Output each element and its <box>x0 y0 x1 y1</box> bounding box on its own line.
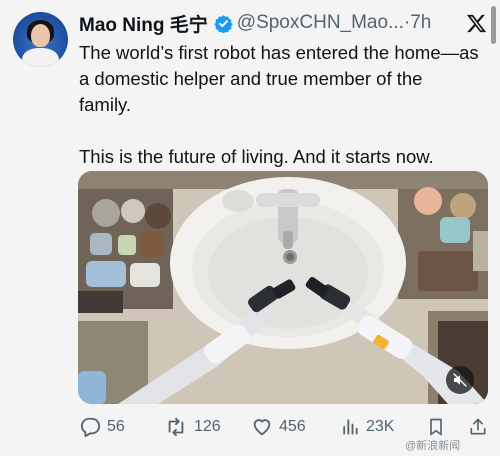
tweet-video[interactable] <box>78 171 488 404</box>
reply-count: 56 <box>107 418 125 435</box>
tweet-card: Mao Ning 毛宁 @SpoxCHN_Mao... ·7h The worl… <box>0 0 500 456</box>
tweet-text-line-1: The world’s first robot has entered the … <box>79 42 479 115</box>
like-count: 456 <box>279 418 306 435</box>
tweet-header: Mao Ning 毛宁 @SpoxCHN_Mao... ·7h <box>79 10 431 37</box>
author-name[interactable]: Mao Ning 毛宁 <box>79 10 208 37</box>
views-icon <box>343 419 358 435</box>
views-button[interactable]: 23K <box>340 414 394 440</box>
avatar-body <box>22 48 59 67</box>
scrollbar[interactable] <box>491 6 496 44</box>
like-button[interactable]: 456 <box>251 414 306 440</box>
share-icon <box>470 418 486 435</box>
watermark: @新浪新闻 <box>405 440 461 452</box>
mute-button[interactable] <box>446 366 474 394</box>
x-logo-icon[interactable] <box>466 13 487 34</box>
like-icon <box>253 419 271 436</box>
share-button[interactable] <box>468 414 494 440</box>
mute-icon <box>453 373 467 387</box>
retweet-count: 126 <box>194 418 221 435</box>
reply-icon <box>80 417 101 438</box>
retweet-button[interactable]: 126 <box>164 414 221 440</box>
reply-button[interactable]: 56 <box>79 414 125 440</box>
tweet-time[interactable]: ·7h <box>404 12 431 34</box>
avatar-face <box>31 24 50 47</box>
tweet-text-line-2: This is the future of living. And it sta… <box>79 146 434 167</box>
verified-badge-icon <box>214 14 233 33</box>
robot-sink-illustration <box>78 171 488 404</box>
views-count: 23K <box>366 418 395 435</box>
avatar[interactable] <box>13 12 68 67</box>
tweet-text: The world’s first robot has entered the … <box>79 40 479 170</box>
author-handle[interactable]: @SpoxCHN_Mao... <box>237 12 404 34</box>
retweet-icon <box>168 417 184 437</box>
bookmark-icon <box>430 418 442 436</box>
